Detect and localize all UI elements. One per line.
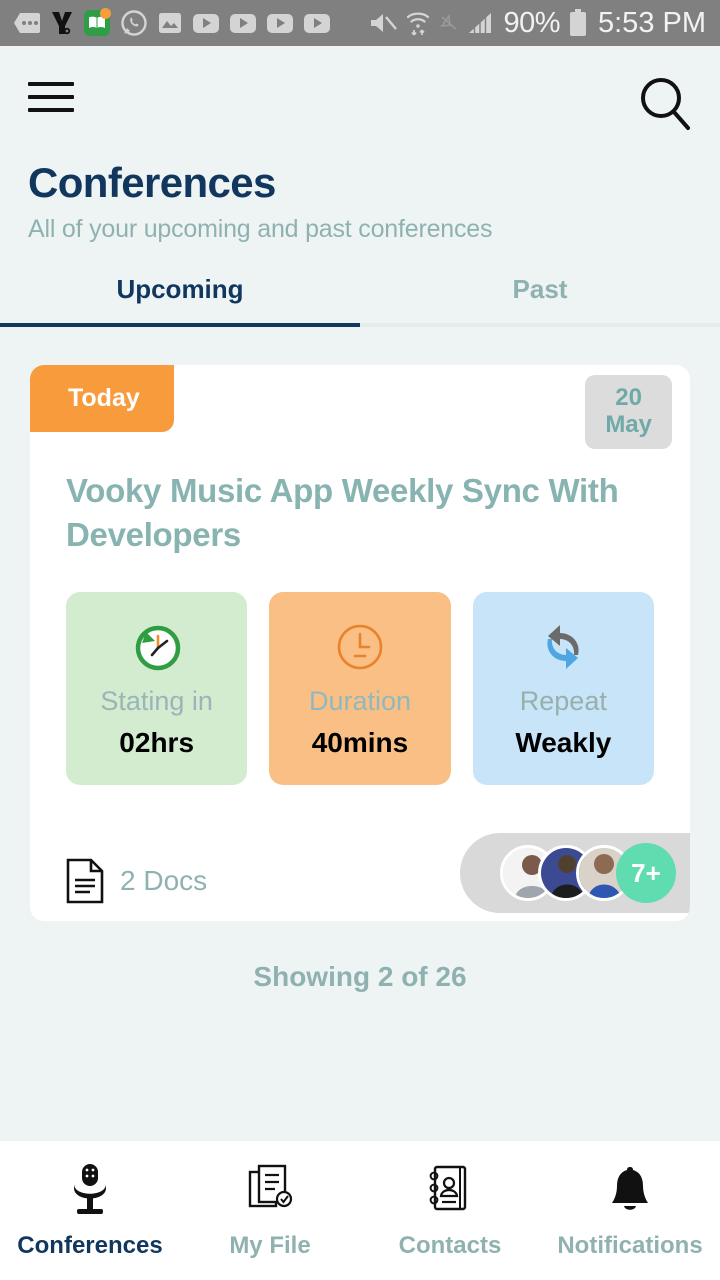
- stat-repeat: Repeat Weakly: [472, 592, 654, 786]
- status-bar-notifications: [14, 8, 330, 36]
- conference-card[interactable]: Today 20 May Vooky Music App Weekly Sync…: [30, 365, 690, 922]
- conference-card-stack: Today 20 May Vooky Music App Weekly Sync…: [30, 365, 690, 922]
- nav-item-notifications[interactable]: Notifications: [540, 1141, 720, 1280]
- app-screen: 90% 5:53 PM Conferences All of your upco…: [0, 0, 720, 1280]
- status-bar-system: 90% 5:53 PM: [369, 7, 706, 40]
- app-bar: [0, 46, 720, 137]
- nav-label: Contacts: [398, 1231, 502, 1259]
- bell-icon: [605, 1162, 655, 1216]
- wifi-icon: [407, 12, 430, 36]
- page-subtitle: All of your upcoming and past conference…: [28, 215, 493, 244]
- docs-label: 2 Docs: [120, 865, 208, 897]
- microphone-icon: [65, 1162, 115, 1216]
- nav-item-conferences[interactable]: Conferences: [0, 1141, 180, 1280]
- gallery-icon: [159, 13, 181, 33]
- youtube-icon: [267, 13, 293, 33]
- youtube-icon: [230, 13, 256, 33]
- youtube-icon: [193, 13, 219, 33]
- avatar-overflow-count: 7+: [616, 843, 676, 904]
- tab-bar: Upcoming Past: [0, 274, 720, 324]
- page-heading-block: Conferences All of your upcoming and pas…: [0, 137, 720, 245]
- youtube-icon: [304, 13, 330, 33]
- stat-value: 40mins: [311, 727, 409, 759]
- mute-icon: [371, 14, 398, 32]
- conference-stats-row: Stating in 02hrs Duration 40mins Repeat …: [30, 556, 690, 786]
- whatsapp-icon: [121, 10, 147, 36]
- book-app-icon: [84, 8, 111, 36]
- date-badge: 20 May: [585, 375, 672, 449]
- document-icon: [66, 858, 104, 904]
- contact-book-icon: [425, 1162, 475, 1216]
- battery-percent: 90%: [503, 6, 560, 39]
- today-badge: Today: [30, 365, 174, 433]
- hamburger-menu-icon[interactable]: [28, 76, 74, 112]
- location-off-icon: [440, 13, 457, 30]
- clock-time: 5:53 PM: [598, 6, 706, 39]
- message-icon: [14, 13, 40, 33]
- nav-label: Conferences: [17, 1231, 163, 1259]
- date-day: 20: [615, 384, 642, 412]
- date-month: May: [605, 410, 652, 438]
- stat-starting-in: Stating in 02hrs: [66, 592, 248, 786]
- tab-upcoming[interactable]: Upcoming: [0, 274, 360, 323]
- bottom-navigation: Conferences My File Contacts Notificatio…: [0, 1140, 720, 1280]
- nav-item-contacts[interactable]: Contacts: [360, 1141, 540, 1280]
- stat-value: Weakly: [515, 727, 612, 759]
- nav-item-my-file[interactable]: My File: [180, 1141, 360, 1280]
- yandex-icon: [52, 12, 72, 35]
- card-header: Today 20 May: [30, 365, 690, 455]
- stat-label: Repeat: [519, 686, 607, 717]
- battery-icon: [570, 9, 586, 36]
- repeat-arrows-icon: [483, 616, 644, 678]
- results-count: Showing 2 of 26: [253, 961, 467, 993]
- status-bar: 90% 5:53 PM: [0, 0, 720, 46]
- card-footer: 2 Docs 7+: [30, 811, 690, 921]
- signal-icon: [469, 13, 492, 33]
- page-title: Conferences: [28, 159, 276, 206]
- nav-label: Notifications: [557, 1231, 703, 1259]
- clock-restore-icon: [76, 616, 237, 678]
- stat-label: Duration: [308, 686, 412, 717]
- conference-title: Vooky Music App Weekly Sync With Develop…: [66, 472, 619, 553]
- clock-icon: [279, 616, 440, 678]
- files-check-icon: [245, 1162, 295, 1216]
- stat-duration: Duration 40mins: [269, 592, 451, 786]
- search-icon[interactable]: [638, 76, 692, 137]
- docs-group[interactable]: 2 Docs: [66, 858, 207, 904]
- content-area: Today 20 May Vooky Music App Weekly Sync…: [0, 327, 720, 1140]
- tab-past[interactable]: Past: [360, 274, 720, 323]
- attendee-avatars[interactable]: 7+: [460, 833, 690, 914]
- stat-label: Stating in: [100, 686, 213, 717]
- stat-value: 02hrs: [119, 727, 195, 759]
- nav-label: My File: [229, 1231, 311, 1259]
